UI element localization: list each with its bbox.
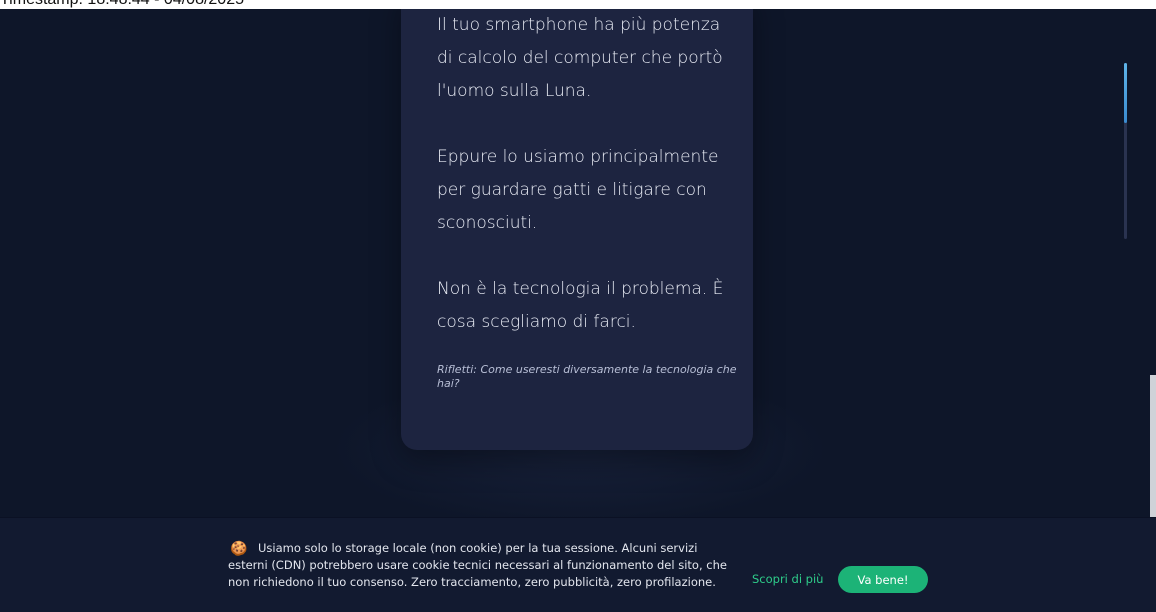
page-viewport: Il tuo smartphone ha più potenza di calc…: [0, 9, 1156, 612]
cookie-banner-text: Usiamo solo lo storage locale (non cooki…: [228, 541, 727, 589]
fact-card: Il tuo smartphone ha più potenza di calc…: [401, 9, 753, 450]
accept-button[interactable]: Va bene!: [838, 566, 928, 593]
learn-more-link[interactable]: Scopri di più: [752, 571, 823, 587]
progress-thumb[interactable]: [1124, 63, 1127, 123]
card-paragraph-2: Eppure lo usiamo principalmente per guar…: [437, 147, 719, 233]
reflection-prompt: Rifletti: Come useresti diversamente la …: [437, 363, 737, 390]
card-paragraph-3: Non è la tecnologia il problema. È cosa …: [437, 279, 724, 332]
timestamp: Timestamp: 18:48:44 - 04/08/2025: [0, 0, 244, 9]
card-paragraph-1: Il tuo smartphone ha più potenza di calc…: [437, 15, 723, 101]
cookie-banner: 🍪 Usiamo solo lo storage locale (non coo…: [0, 517, 1156, 612]
